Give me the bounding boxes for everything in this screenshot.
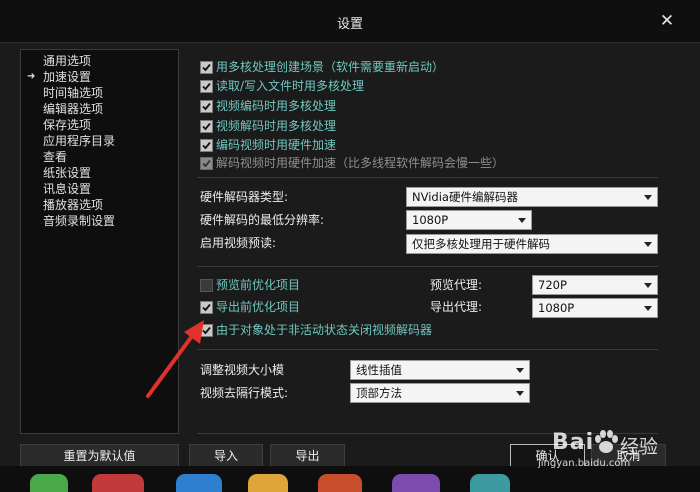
watermark-url: jingyan.baidu.com <box>538 458 631 469</box>
checkbox-checked-icon[interactable] <box>200 120 213 133</box>
select-value: 720P <box>538 278 567 292</box>
checkbox-label: 解码视频时用硬件加速（比多线程软件解码会慢一些） <box>216 156 505 170</box>
checkbox-checked-icon[interactable] <box>200 100 213 113</box>
desktop-icon-shape <box>30 474 68 492</box>
paw-logo-icon <box>595 430 618 453</box>
sidebar-item-audio-recording[interactable]: 音频录制设置 <box>43 213 115 229</box>
resize-mode-select[interactable]: 线性插值 <box>350 360 530 380</box>
select-value: NVidia硬件编解码器 <box>412 190 518 204</box>
checkbox-checked-icon[interactable] <box>200 139 213 152</box>
sidebar-item-view[interactable]: 查看 <box>43 149 67 165</box>
checkbox-unchecked-icon[interactable] <box>200 279 213 292</box>
selected-arrow-icon: ➜ <box>27 71 36 82</box>
sidebar-item-general[interactable]: 通用选项 <box>43 53 91 69</box>
watermark-brand-suffix: 经验 <box>620 436 659 458</box>
section-divider <box>197 266 658 267</box>
checkbox-label: 由于对象处于非活动状态关闭视频解码器 <box>216 323 433 337</box>
decoder-type-label: 硬件解码器类型: <box>200 190 289 204</box>
desktop-icon-shape <box>318 474 362 492</box>
sidebar-item-acceleration[interactable]: 加速设置 <box>43 69 91 85</box>
sidebar-item-app-directory[interactable]: 应用程序目录 <box>43 133 115 149</box>
chevron-down-icon <box>518 218 526 223</box>
select-value: 1080P <box>412 213 449 227</box>
checkbox-label: 读取/写入文件时用多核处理 <box>216 79 365 93</box>
desktop-icon-shape <box>470 474 510 492</box>
checkbox-checked-icon[interactable] <box>200 80 213 93</box>
select-value: 线性插值 <box>356 363 402 377</box>
preview-proxy-label: 预览代理: <box>430 278 483 292</box>
decoder-type-select[interactable]: NVidia硬件编解码器 <box>406 187 658 207</box>
desktop-icon-shape <box>176 474 222 492</box>
desktop-icon-shape <box>92 474 144 492</box>
chevron-down-icon <box>644 195 652 200</box>
checkbox-label: 编码视频时用硬件加速 <box>216 138 337 152</box>
checkbox-label: 预览前优化项目 <box>216 278 301 292</box>
min-resolution-label: 硬件解码的最低分辨率: <box>200 213 325 227</box>
preview-proxy-select[interactable]: 720P <box>532 275 658 295</box>
import-button[interactable]: 导入 <box>189 444 263 468</box>
desktop-icon-shape <box>248 474 288 492</box>
sidebar-item-save[interactable]: 保存选项 <box>43 117 91 133</box>
select-value: 顶部方法 <box>356 386 402 400</box>
select-value: 1080P <box>538 301 575 315</box>
export-proxy-select[interactable]: 1080P <box>532 298 658 318</box>
window-title: 设置 <box>336 17 363 32</box>
chevron-down-icon <box>644 283 652 288</box>
video-preview-label: 启用视频预读: <box>200 236 277 250</box>
deinterlace-mode-select[interactable]: 顶部方法 <box>350 383 530 403</box>
checkbox-checked-icon[interactable] <box>200 61 213 74</box>
chevron-down-icon <box>516 391 524 396</box>
deinterlace-mode-label: 视频去隔行模式: <box>200 386 289 400</box>
section-divider <box>197 349 658 350</box>
chevron-down-icon <box>516 368 524 373</box>
sidebar-item-message[interactable]: 讯息设置 <box>43 181 91 197</box>
checkbox-checked-icon[interactable] <box>200 301 213 314</box>
checkbox-label: 用多核处理创建场景（软件需要重新启动） <box>216 60 445 74</box>
resize-mode-label: 调整视频大小模 <box>200 363 285 377</box>
chevron-down-icon <box>644 306 652 311</box>
select-value: 仅把多核处理用于硬件解码 <box>412 237 550 251</box>
watermark-brand: Bai <box>552 430 595 455</box>
sidebar-item-editor[interactable]: 编辑器选项 <box>43 101 103 117</box>
checkbox-label: 视频编码时用多核处理 <box>216 99 337 113</box>
chevron-down-icon <box>644 242 652 247</box>
sidebar-item-player[interactable]: 播放器选项 <box>43 197 103 213</box>
sidebar-item-timeline[interactable]: 时间轴选项 <box>43 85 103 101</box>
export-proxy-label: 导出代理: <box>430 300 483 314</box>
video-preview-select[interactable]: 仅把多核处理用于硬件解码 <box>406 234 658 254</box>
close-icon[interactable]: ✕ <box>655 9 679 33</box>
export-button[interactable]: 导出 <box>270 444 345 468</box>
min-resolution-select[interactable]: 1080P <box>406 210 532 230</box>
title-bar: 设置 ✕ <box>0 0 700 43</box>
annotation-arrow-icon <box>146 320 204 398</box>
reset-defaults-button[interactable]: 重置为默认值 <box>20 444 179 468</box>
checkbox-checked-disabled-icon <box>200 157 213 170</box>
sidebar-item-paper[interactable]: 纸张设置 <box>43 165 91 181</box>
section-divider <box>197 177 658 178</box>
checkbox-label: 视频解码时用多核处理 <box>216 119 337 133</box>
checkbox-label: 导出前优化项目 <box>216 300 301 314</box>
desktop-icon-shape <box>392 474 440 492</box>
